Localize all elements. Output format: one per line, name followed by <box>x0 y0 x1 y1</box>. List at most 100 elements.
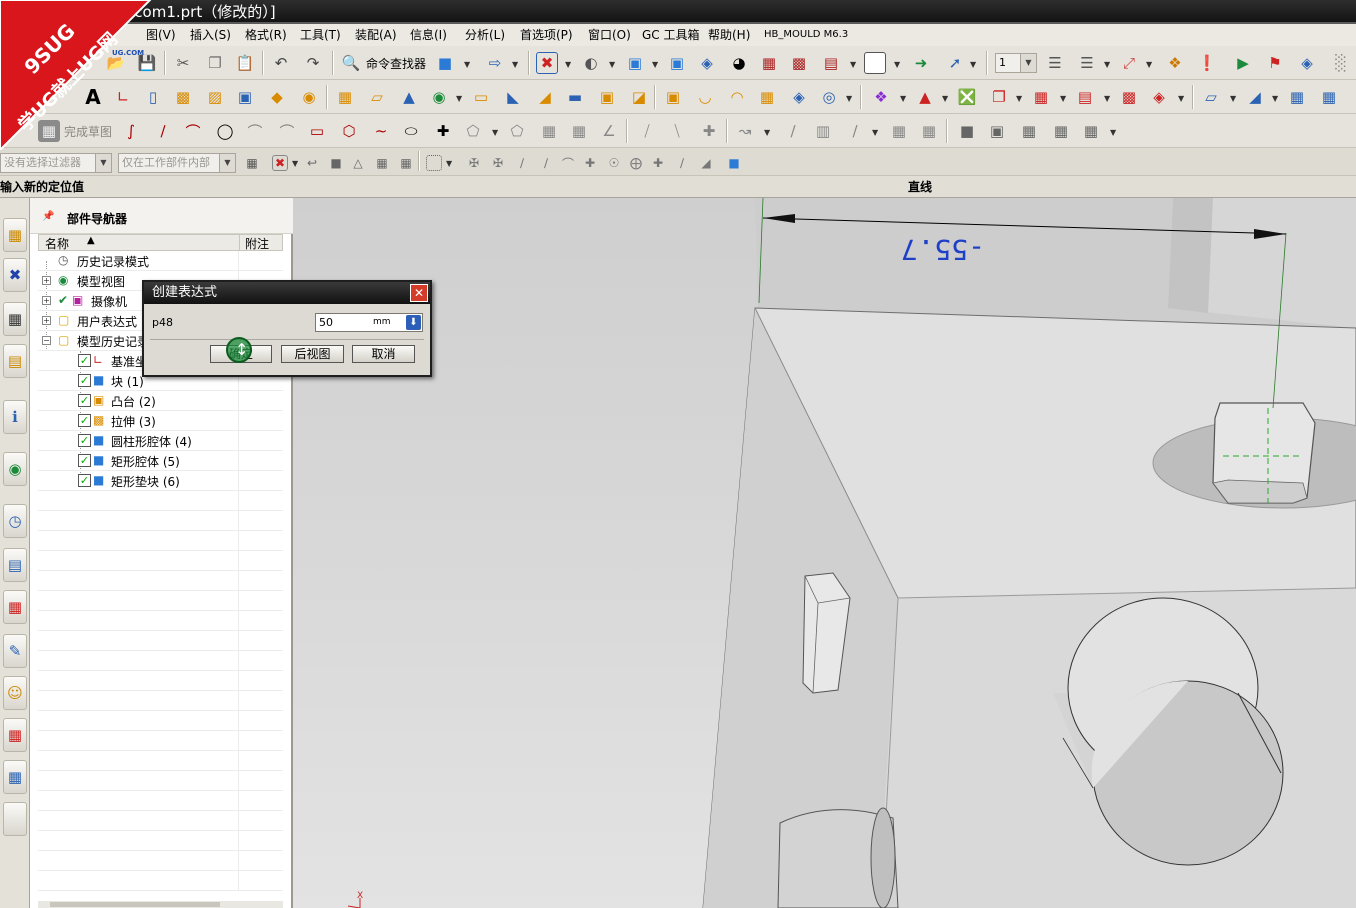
tree-node[interactable]: ✓ ■ 矩形垫块 (6) <box>38 471 283 491</box>
sketch-orient-icon[interactable]: ■ <box>956 120 978 142</box>
feature-checkbox[interactable]: ✓ <box>78 414 91 427</box>
undo-icon[interactable]: ↶ <box>270 52 292 74</box>
part-icon[interactable]: ■ <box>434 52 456 74</box>
menu-information[interactable]: 信息(I) <box>410 24 447 46</box>
measure-body-icon[interactable]: ◈ <box>1296 52 1318 74</box>
trim-body-icon[interactable]: ◪ <box>628 86 650 108</box>
csys-icon[interactable]: ⤢ <box>1118 52 1140 74</box>
spline-icon[interactable]: ∼ <box>370 120 392 142</box>
part-navigator-icon[interactable]: ▦ <box>3 302 27 336</box>
type-filter-select[interactable]: 没有选择过滤器 ▼ <box>0 153 112 173</box>
partial-shading-icon[interactable]: ▩ <box>788 52 810 74</box>
select-component-icon[interactable]: ▦ <box>398 155 414 171</box>
make-corner-icon[interactable]: ✚ <box>698 120 720 142</box>
alternate-solution-icon[interactable]: ▦ <box>918 120 940 142</box>
assembly-navigator-icon[interactable]: ▦ <box>3 218 27 252</box>
tree-node[interactable]: ✓ ▣ 凸台 (2) <box>38 391 283 411</box>
intersection-icon[interactable]: ▦ <box>568 120 590 142</box>
offset-curve-icon[interactable]: ⬠ <box>462 120 484 142</box>
system-materials-icon[interactable]: ▤ <box>3 548 27 582</box>
tree-node[interactable]: ✓ ▩ 拉伸 (3) <box>38 411 283 431</box>
tree-node[interactable]: ✓ ■ 矩形腔体 (5) <box>38 451 283 471</box>
measure-distance-icon[interactable]: ⚑ <box>1264 52 1286 74</box>
shell-icon[interactable]: ▣ <box>596 86 618 108</box>
select-face-icon[interactable]: ■ <box>328 155 344 171</box>
column-name[interactable]: 名称 <box>45 235 69 252</box>
render-style-icon[interactable]: ◕ <box>728 52 750 74</box>
snap-midpoint-icon[interactable]: ✠ <box>490 155 506 171</box>
filter-reset-icon[interactable]: ▦ <box>244 155 260 171</box>
snap-endpoint-icon[interactable]: ✠ <box>466 155 482 171</box>
pattern-curve-icon[interactable]: ⬠ <box>506 120 528 142</box>
dimension-text[interactable]: -55.7 <box>901 233 985 266</box>
menu-insert[interactable]: 插入(S) <box>190 24 231 46</box>
delete-face-icon[interactable]: ❎ <box>956 86 978 108</box>
paste-icon[interactable]: 📋 <box>234 52 256 74</box>
menu-tools[interactable]: 工具(T) <box>300 24 341 46</box>
mirror-curve-icon[interactable]: ▦ <box>538 120 560 142</box>
pin-icon[interactable]: 📌 <box>42 211 54 222</box>
command-finder-button[interactable]: 命令查找器 <box>366 55 426 72</box>
snap-point-on-face-icon[interactable]: ∕ <box>674 155 690 171</box>
auto-constraint-icon[interactable]: ▥ <box>812 120 834 142</box>
process-studio-icon[interactable]: ▦ <box>3 590 27 624</box>
collapse-icon[interactable]: − <box>42 336 51 345</box>
menu-help[interactable]: 帮助(H) <box>708 24 750 46</box>
cone-icon[interactable]: ◆ <box>266 86 288 108</box>
project-curve-icon[interactable]: ∠ <box>598 120 620 142</box>
expand-icon[interactable]: + <box>42 276 51 285</box>
menu-window[interactable]: 窗口(O) <box>588 24 631 46</box>
fillet-icon[interactable]: ⌒ <box>244 120 266 142</box>
pattern-face-icon[interactable]: ▩ <box>1118 86 1140 108</box>
update-model-icon[interactable]: ▦ <box>1018 120 1040 142</box>
menu-preferences[interactable]: 首选项(P) <box>520 24 573 46</box>
dialog-title-bar[interactable]: 创建表达式 ✕ <box>144 282 430 304</box>
reattach-icon[interactable]: ▣ <box>986 120 1008 142</box>
roles-icon[interactable]: ☺ <box>3 676 27 710</box>
measure-icon[interactable]: ▶ <box>1232 52 1254 74</box>
resize-blend-icon[interactable]: ▦ <box>1030 86 1052 108</box>
close-button[interactable]: ✕ <box>410 284 428 302</box>
menu-analysis[interactable]: 分析(L) <box>465 24 505 46</box>
edge-blend-icon[interactable]: ◢ <box>534 86 556 108</box>
point-icon[interactable]: ✚ <box>432 120 454 142</box>
feature-checkbox[interactable]: ✓ <box>78 374 91 387</box>
face-analysis-icon[interactable]: ▦ <box>758 52 780 74</box>
block-icon[interactable]: ▣ <box>234 86 256 108</box>
through-curves-icon[interactable]: ◢ <box>1244 86 1266 108</box>
ruler-icon[interactable]: ░ <box>1330 52 1352 74</box>
menu-assemblies[interactable]: 装配(A) <box>355 24 397 46</box>
constraints-icon[interactable]: ∕ <box>782 120 804 142</box>
delay-evaluation-icon[interactable]: ▦ <box>1050 120 1072 142</box>
circle-icon[interactable]: ◯ <box>214 120 236 142</box>
wcs-icon[interactable]: ➚ <box>944 52 966 74</box>
feature-checkbox[interactable]: ✓ <box>78 394 91 407</box>
dimension-icon[interactable]: ↝ <box>734 120 756 142</box>
system-scenes-icon[interactable]: ▦ <box>3 718 27 752</box>
expression-value-input[interactable]: 50 mm ⬇ <box>315 313 423 332</box>
replace-face-icon[interactable]: ❐ <box>988 86 1010 108</box>
mesh-surface-icon[interactable]: ▦ <box>1286 86 1308 108</box>
menu-format[interactable]: 格式(R) <box>245 24 287 46</box>
constraint-navigator-icon[interactable]: ✖ <box>3 258 27 292</box>
draft-icon[interactable]: ◣ <box>502 86 524 108</box>
feature-checkbox[interactable]: ✓ <box>78 434 91 447</box>
cut-icon[interactable]: ✂ <box>172 52 194 74</box>
menu-hb-mould[interactable]: HB_MOULD M6.3 <box>764 24 848 46</box>
cancel-button[interactable]: 取消 <box>352 345 415 363</box>
select-icon[interactable]: ⇨ <box>484 52 506 74</box>
thicken-icon[interactable]: ◠ <box>726 86 748 108</box>
feature-checkbox[interactable]: ✓ <box>78 474 91 487</box>
snap-quadrant-icon[interactable]: ✚ <box>582 155 598 171</box>
view-iso-icon[interactable]: ▣ <box>624 52 646 74</box>
snap-existing-point-icon[interactable]: ⨁ <box>628 155 644 171</box>
redo-icon[interactable]: ↷ <box>302 52 324 74</box>
sphere-icon[interactable]: ◉ <box>298 86 320 108</box>
shaded-icon[interactable]: ▣ <box>666 52 688 74</box>
feature-checkbox[interactable]: ✓ <box>78 454 91 467</box>
quick-extend-icon[interactable]: ⧹ <box>666 120 688 142</box>
reference-convert-icon[interactable]: ▦ <box>888 120 910 142</box>
expand-icon[interactable]: + <box>42 296 51 305</box>
select-body-icon[interactable]: △ <box>350 155 366 171</box>
sphere-wire-icon[interactable]: ◎ <box>818 86 840 108</box>
